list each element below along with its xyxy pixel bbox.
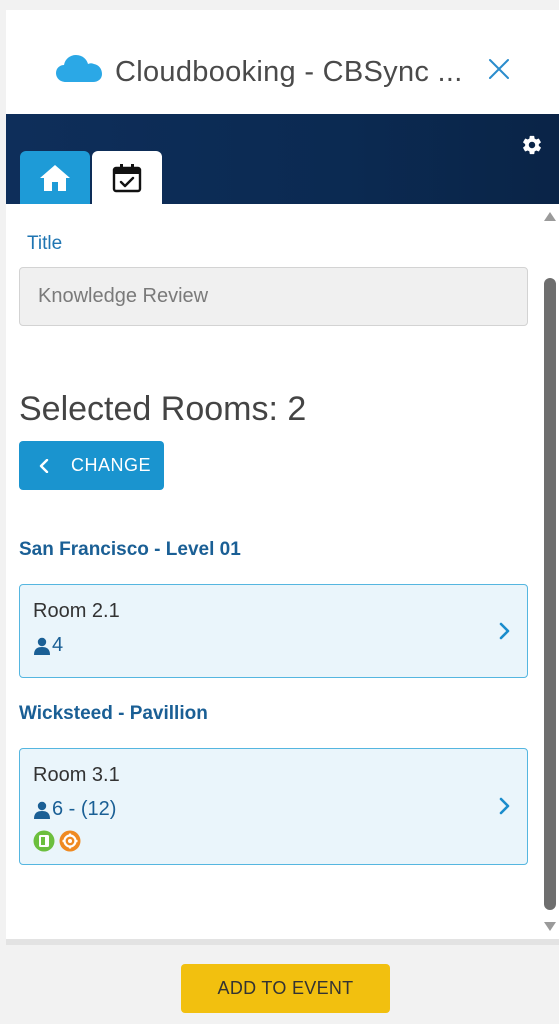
person-icon (34, 801, 50, 819)
tab-calendar[interactable] (92, 151, 162, 204)
add-to-event-button[interactable]: ADD TO EVENT (181, 964, 390, 1013)
room-capacity: 6 - (12) (33, 798, 116, 821)
chevron-left-icon (39, 458, 49, 473)
chevron-right-icon (499, 797, 510, 815)
scroll-up-arrow-icon[interactable] (544, 212, 556, 221)
person-icon (34, 637, 50, 655)
close-icon[interactable] (488, 58, 510, 80)
room-capacity: 4 (33, 634, 63, 657)
room-name: Room 2.1 (33, 600, 120, 622)
change-button[interactable]: CHANGE (19, 441, 164, 490)
tab-home[interactable] (20, 151, 90, 204)
cloud-icon (56, 55, 102, 82)
chevron-right-icon (499, 622, 510, 640)
gear-icon[interactable] (521, 134, 543, 156)
location-heading: San Francisco - Level 01 (19, 539, 241, 560)
room-card[interactable]: Room 2.1 4 (19, 584, 528, 678)
title-label: Title (27, 233, 63, 254)
scroll-thumb[interactable] (544, 278, 556, 910)
room-name: Room 3.1 (33, 764, 120, 786)
capacity-value: 4 (52, 634, 64, 656)
scroll-down-arrow-icon[interactable] (544, 922, 556, 931)
location-heading: Wicksteed - Pavillion (19, 703, 208, 724)
change-button-label: CHANGE (71, 455, 152, 475)
capacity-value: 6 - (12) (52, 798, 117, 820)
calendar-check-icon (112, 163, 142, 192)
room-features (33, 830, 85, 852)
app-title: Cloudbooking - CBSync ... (115, 56, 463, 88)
orange-gear-feature-icon (59, 830, 81, 852)
selected-rooms-heading: Selected Rooms: 2 (19, 390, 307, 428)
green-feature-icon (33, 830, 55, 852)
home-icon (40, 164, 70, 191)
room-card[interactable]: Room 3.1 6 - (12) (19, 748, 528, 865)
title-input[interactable] (19, 267, 528, 326)
